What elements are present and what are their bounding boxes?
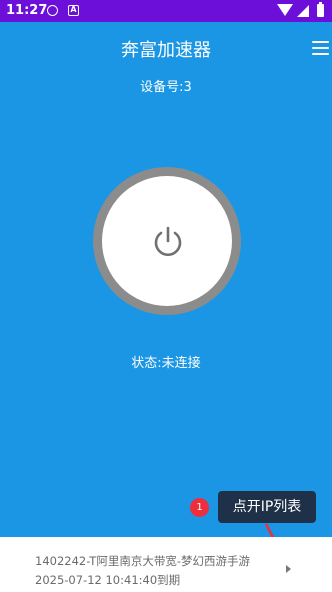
connection-status: 状态:未连接 [131, 356, 201, 371]
menu-icon[interactable] [312, 41, 329, 55]
device-number: 设备号:3 [140, 80, 192, 95]
power-button-face [102, 176, 232, 306]
app-title: 奔富加速器 [121, 40, 211, 61]
power-icon [154, 226, 182, 256]
guide-step-badge: 1 [190, 498, 209, 517]
server-name: 1402242-T阿里南京大带宽-梦幻西游手游 [35, 554, 250, 568]
clock: 11:27 [6, 3, 48, 18]
wifi-icon [277, 4, 293, 16]
app-notification-icon: A [68, 5, 79, 16]
notification-icon [47, 5, 58, 16]
server-selector[interactable]: 1402242-T阿里南京大带宽-梦幻西游手游 2025-07-12 10:41… [0, 537, 332, 592]
caret-right-icon [286, 565, 291, 573]
status-bar: 11:27 A [0, 0, 332, 22]
signal-icon [297, 5, 309, 17]
guide-tooltip: 点开IP列表 [218, 491, 316, 523]
battery-icon [317, 2, 324, 17]
power-button[interactable] [93, 167, 241, 315]
server-expiry: 2025-07-12 10:41:40到期 [35, 573, 181, 587]
